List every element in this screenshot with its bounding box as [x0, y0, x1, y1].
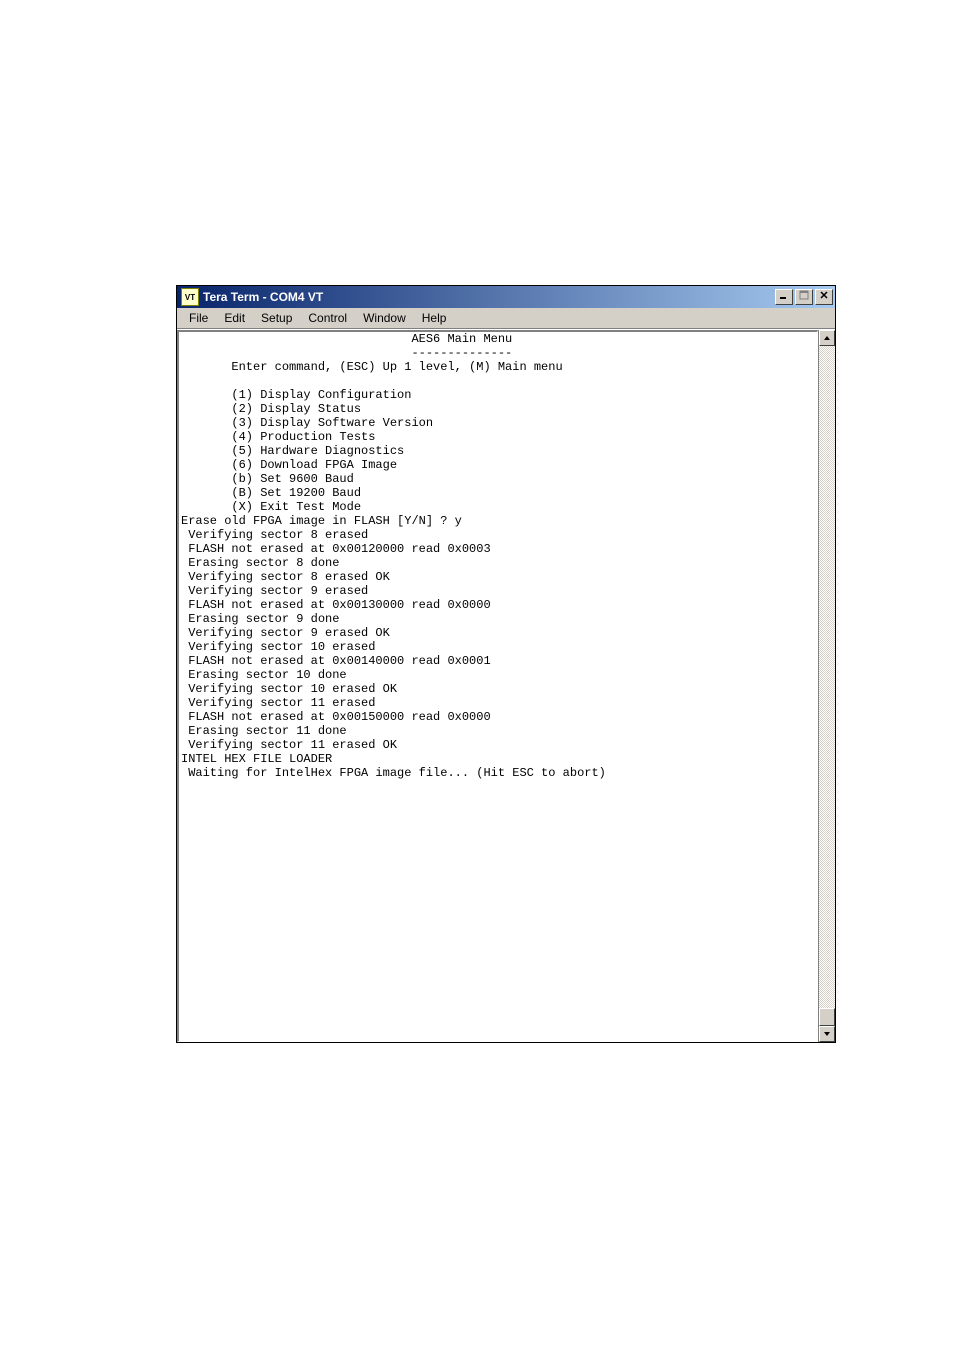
chevron-up-icon: [823, 334, 831, 342]
terminal-menu-item: (B) Set 19200 Baud: [181, 486, 361, 500]
terminal-log-line: Erase old FPGA image in FLASH [Y/N] ? y: [181, 514, 462, 528]
terminal[interactable]: AES6 Main Menu -------------- Enter comm…: [177, 330, 818, 1042]
titlebar[interactable]: VT Tera Term - COM4 VT: [177, 286, 835, 308]
menu-help[interactable]: Help: [414, 309, 455, 327]
vertical-scrollbar[interactable]: [818, 330, 835, 1042]
terminal-log-line: Verifying sector 9 erased: [181, 584, 368, 598]
menu-control[interactable]: Control: [300, 309, 355, 327]
menu-file[interactable]: File: [181, 309, 216, 327]
terminal-log-line: FLASH not erased at 0x00130000 read 0x00…: [181, 598, 491, 612]
terminal-log-line: Verifying sector 10 erased: [181, 640, 375, 654]
terminal-menu-item: (b) Set 9600 Baud: [181, 472, 354, 486]
terminal-menu-item: (5) Hardware Diagnostics: [181, 444, 404, 458]
terminal-log-line: Verifying sector 11 erased: [181, 696, 375, 710]
menu-edit[interactable]: Edit: [216, 309, 253, 327]
close-button[interactable]: [815, 289, 833, 305]
chevron-down-icon: [823, 1030, 831, 1038]
scrollbar-track[interactable]: [819, 346, 835, 1026]
maximize-icon: [799, 290, 809, 300]
window-title: Tera Term - COM4 VT: [203, 290, 773, 304]
app-icon: VT: [181, 288, 199, 306]
close-icon: [819, 290, 829, 300]
terminal-log-line: Verifying sector 8 erased OK: [181, 570, 390, 584]
terminal-menu-item: (4) Production Tests: [181, 430, 375, 444]
terminal-log-line: Verifying sector 11 erased OK: [181, 738, 397, 752]
menu-setup[interactable]: Setup: [253, 309, 300, 327]
terminal-menu-item: (2) Display Status: [181, 402, 361, 416]
terminal-log-line: INTEL HEX FILE LOADER: [181, 752, 332, 766]
terminal-log-line: Verifying sector 8 erased: [181, 528, 368, 542]
maximize-button[interactable]: [795, 289, 813, 305]
terminal-log-line: Erasing sector 9 done: [181, 612, 339, 626]
terminal-header-rule: --------------: [181, 346, 512, 360]
terminal-log-line: Waiting for IntelHex FPGA image file... …: [181, 766, 606, 780]
menu-window[interactable]: Window: [355, 309, 414, 327]
minimize-icon: [779, 290, 789, 300]
terminal-menu-item: (X) Exit Test Mode: [181, 500, 361, 514]
terminal-prompt: Enter command, (ESC) Up 1 level, (M) Mai…: [181, 360, 563, 374]
terminal-log-line: FLASH not erased at 0x00120000 read 0x00…: [181, 542, 491, 556]
terminal-log-line: Erasing sector 11 done: [181, 724, 347, 738]
terminal-log-line: FLASH not erased at 0x00150000 read 0x00…: [181, 710, 491, 724]
menubar: File Edit Setup Control Window Help: [177, 308, 835, 329]
terminal-menu-item: (3) Display Software Version: [181, 416, 433, 430]
terminal-log-line: Erasing sector 10 done: [181, 668, 347, 682]
app-window: VT Tera Term - COM4 VT: [176, 285, 836, 1043]
window-controls: [773, 289, 835, 305]
scroll-down-button[interactable]: [819, 1026, 835, 1042]
scrollbar-thumb[interactable]: [819, 1008, 835, 1026]
terminal-log-line: FLASH not erased at 0x00140000 read 0x00…: [181, 654, 491, 668]
client-area: AES6 Main Menu -------------- Enter comm…: [177, 329, 835, 1042]
terminal-log-line: Verifying sector 10 erased OK: [181, 682, 397, 696]
terminal-header-title: AES6 Main Menu: [181, 332, 512, 346]
terminal-log-line: Erasing sector 8 done: [181, 556, 339, 570]
terminal-log-line: Verifying sector 9 erased OK: [181, 626, 390, 640]
scroll-up-button[interactable]: [819, 330, 835, 346]
terminal-menu-item: (1) Display Configuration: [181, 388, 411, 402]
terminal-menu-item: (6) Download FPGA Image: [181, 458, 397, 472]
minimize-button[interactable]: [775, 289, 793, 305]
